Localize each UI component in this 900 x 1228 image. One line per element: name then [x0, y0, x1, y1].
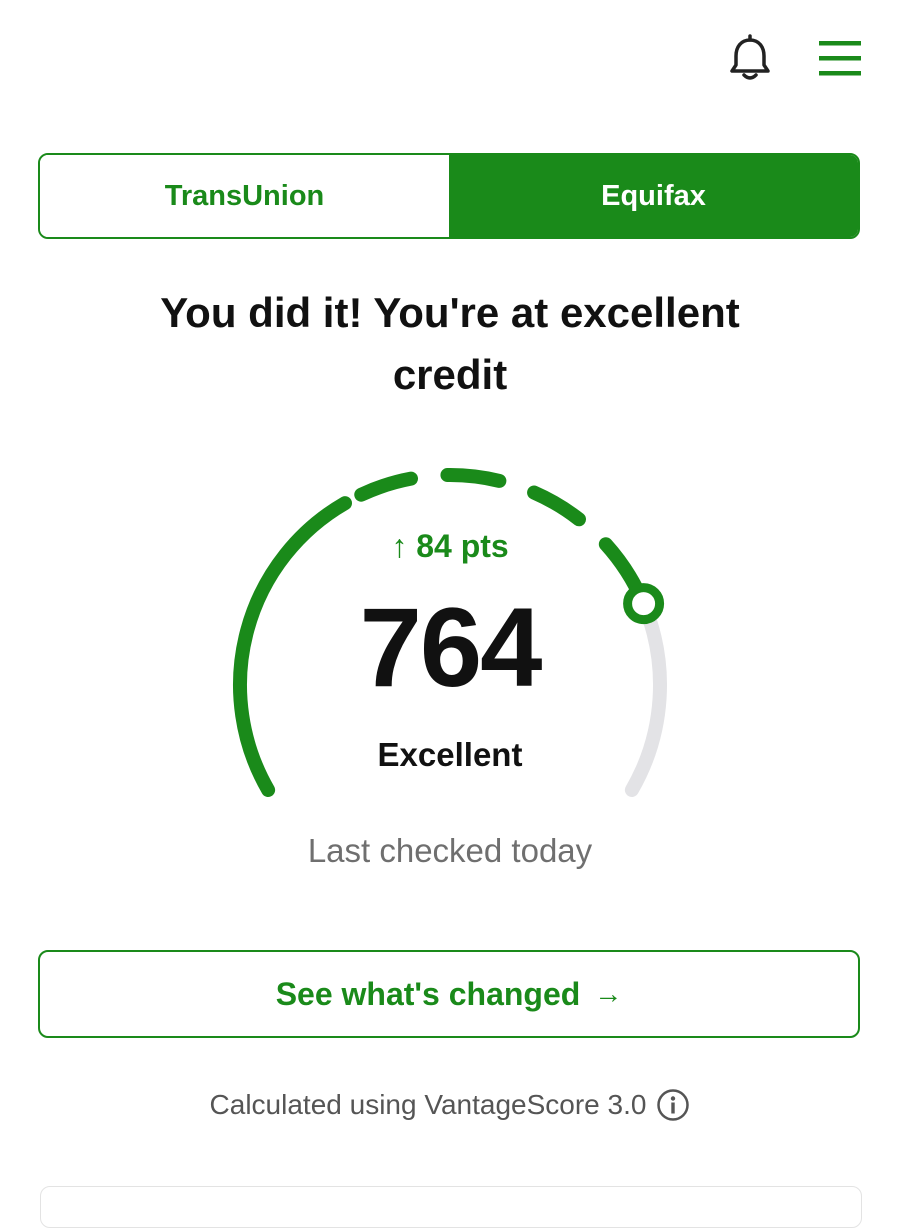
footnote-text: Calculated using VantageScore 3.0	[209, 1089, 647, 1120]
cta-label: See what's changed	[275, 975, 581, 1012]
tab-equifax[interactable]: Equifax	[449, 155, 858, 237]
next-card	[40, 1186, 862, 1228]
bell-icon[interactable]	[722, 28, 778, 88]
headline-line-2: credit	[392, 351, 508, 398]
top-bar	[0, 0, 900, 120]
credit-score: 764	[359, 585, 543, 710]
vantage-footnote: Calculated using VantageScore 3.0	[100, 1088, 800, 1122]
score-change: ↑ 84 pts	[300, 528, 600, 565]
headline: You did it! You're at excellent credit	[60, 282, 840, 406]
score-rating: Excellent	[377, 736, 523, 773]
bureau-toggle: TransUnion Equifax	[38, 153, 860, 239]
gauge-segment	[354, 471, 419, 502]
last-checked: Last checked today	[307, 832, 593, 869]
see-whats-changed-button[interactable]: See what's changed →	[38, 950, 860, 1038]
score-change-value: 84 pts	[416, 528, 509, 564]
gauge-segment	[440, 468, 507, 488]
tab-transunion[interactable]: TransUnion	[40, 155, 449, 237]
gauge-segment	[527, 485, 586, 527]
headline-line-1: You did it! You're at excellent	[160, 289, 740, 336]
arrow-right-icon: →	[594, 978, 623, 1009]
info-icon[interactable]	[656, 1088, 690, 1122]
arrow-up-icon: ↑	[391, 528, 408, 564]
hamburger-menu-icon[interactable]	[812, 28, 868, 88]
